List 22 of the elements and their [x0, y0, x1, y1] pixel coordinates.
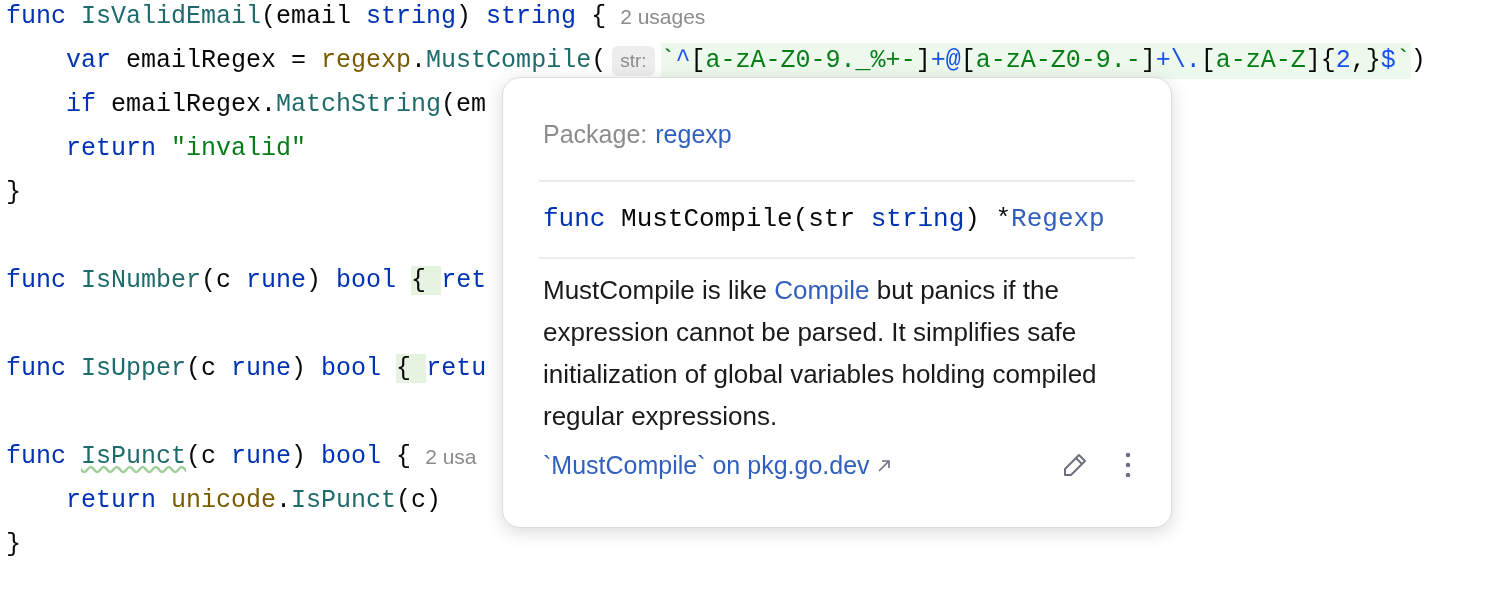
- code-text: func IsValidEmail(email string) string {: [6, 1, 607, 34]
- usages-hint: 2 usages: [620, 4, 706, 31]
- code-text: func IsPunct(c rune) bool {: [6, 441, 412, 474]
- function-signature: func MustCompile(str string) *Regexp: [542, 202, 1106, 236]
- compile-link[interactable]: Compile: [774, 274, 870, 305]
- code-text: ): [1410, 45, 1426, 78]
- description-text: MustCompile is like Compile but panics if the expression cannot be parsed. It simplifies safe initialization of global variables holding compiled regular expressions.: [542, 273, 1098, 433]
- code-text: func IsUpper(c rune) bool { retu: [6, 353, 487, 386]
- regex-string: `^[a-zA-Z0-9._%+-]+@[a-zA-Z0-9.-]+\.[a-zA-Z]{2,}$`: [660, 43, 1411, 79]
- code-text: return "invalid": [65, 133, 307, 166]
- parameter-hint: str:: [612, 46, 655, 76]
- external-link[interactable]: `MustCompile` on pkg.go.dev: [543, 446, 892, 484]
- code-text: }: [6, 177, 21, 210]
- code-text: func IsNumber(c rune) bool { ret: [6, 265, 487, 298]
- package-label: Package:: [543, 119, 648, 150]
- code-text: }: [6, 529, 21, 562]
- more-icon[interactable]: [1125, 452, 1131, 479]
- package-link[interactable]: regexp: [655, 116, 732, 154]
- code-text: var emailRegex = regexp.MustCompile(: [65, 45, 607, 78]
- code-text: if emailRegex.MatchString(em: [65, 89, 487, 122]
- code-text: return unicode.IsPunct(c): [65, 485, 442, 518]
- usages-hint: 2 usa: [425, 444, 477, 471]
